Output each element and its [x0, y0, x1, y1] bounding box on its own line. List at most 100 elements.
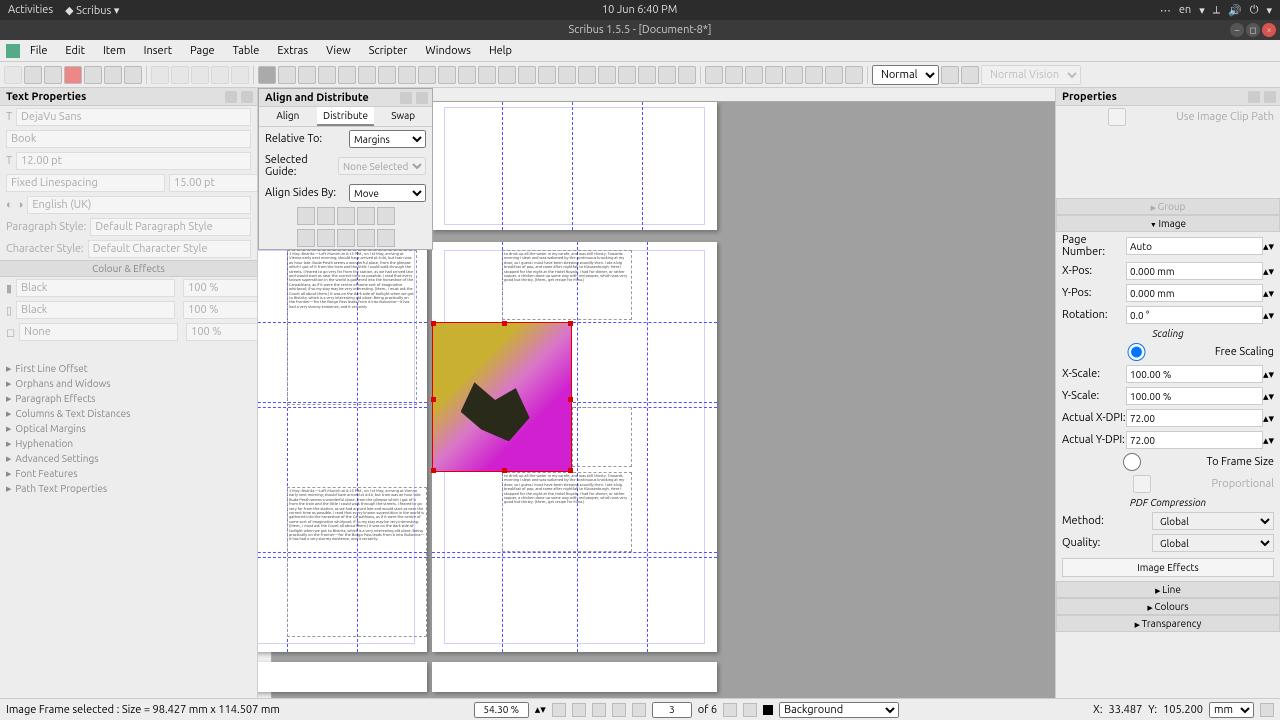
- sides-select[interactable]: Move: [349, 184, 426, 202]
- cms-toggle[interactable]: [941, 66, 959, 84]
- menu-view[interactable]: View: [318, 43, 359, 59]
- pdf-list[interactable]: [805, 66, 823, 84]
- user-menu-icon[interactable]: ▾: [1266, 4, 1272, 17]
- pdf-combo[interactable]: [785, 66, 803, 84]
- dist-right-btn[interactable]: [337, 229, 355, 247]
- quality-select[interactable]: Global: [1152, 534, 1274, 552]
- page-top[interactable]: [432, 102, 717, 230]
- props-close-button[interactable]: [1264, 91, 1276, 103]
- align-center-h-btn[interactable]: [317, 207, 335, 225]
- activities-button[interactable]: Activities: [8, 4, 53, 17]
- zoom-in-btn[interactable]: [592, 703, 606, 717]
- polygon-tool[interactable]: [378, 66, 396, 84]
- eyedropper-tool[interactable]: [678, 66, 696, 84]
- page-number-input[interactable]: [1126, 237, 1263, 255]
- image-frame-tool[interactable]: [298, 66, 316, 84]
- preview-toggle[interactable]: [961, 66, 979, 84]
- transparency-section[interactable]: Transparency: [1056, 615, 1280, 632]
- select-tool[interactable]: [258, 66, 276, 84]
- dist-center-h-btn[interactable]: [317, 229, 335, 247]
- paste-button[interactable]: [231, 66, 249, 84]
- align-right-btn[interactable]: [337, 207, 355, 225]
- view-quality-select[interactable]: Normal: [872, 65, 939, 85]
- status-extra-btn[interactable]: [1260, 703, 1274, 717]
- rotation-input[interactable]: [1126, 306, 1263, 324]
- guide-select[interactable]: None Selected: [338, 157, 426, 175]
- prev-page-btn[interactable]: [632, 703, 646, 717]
- text-frame-1[interactable]: 3 May. Bistritz.—Left Munich at 8:35 P.M…: [287, 250, 417, 405]
- align-close-button[interactable]: [416, 92, 428, 104]
- page-bottom-right[interactable]: [432, 662, 717, 692]
- undo-button[interactable]: [151, 66, 169, 84]
- new-button[interactable]: [4, 66, 22, 84]
- tray-icon[interactable]: ⋯: [1160, 4, 1171, 17]
- open-button[interactable]: [24, 66, 42, 84]
- zoom-tool[interactable]: [538, 66, 556, 84]
- measure-tool[interactable]: [638, 66, 656, 84]
- vision-select[interactable]: Normal Vision: [981, 65, 1081, 85]
- ypos-input[interactable]: [1126, 284, 1263, 302]
- section-para-effects[interactable]: Paragraph Effects: [0, 391, 257, 406]
- volume-icon[interactable]: 🔊: [1228, 4, 1242, 17]
- align-center-v-btn[interactable]: [377, 207, 395, 225]
- xscale-input[interactable]: [1126, 365, 1263, 383]
- power-icon[interactable]: ⏻: [1250, 4, 1259, 17]
- minimize-button[interactable]: –: [1230, 23, 1244, 37]
- table-tool[interactable]: [338, 66, 356, 84]
- last-page-btn[interactable]: [743, 703, 757, 717]
- section-advanced[interactable]: Advanced Settings: [0, 451, 257, 466]
- group-section[interactable]: Group: [1056, 198, 1280, 215]
- xdpi-input[interactable]: [1126, 409, 1263, 427]
- line-section[interactable]: Line: [1056, 581, 1280, 598]
- preflight-button[interactable]: [104, 66, 122, 84]
- menu-extras[interactable]: Extras: [269, 43, 316, 59]
- pdf-pushbutton[interactable]: [705, 66, 723, 84]
- network-icon[interactable]: ⟂: [1213, 4, 1220, 17]
- menu-table[interactable]: Table: [225, 43, 268, 59]
- zoom-spin[interactable]: ▴▾: [535, 703, 546, 716]
- rotate-tool[interactable]: [518, 66, 536, 84]
- print-button[interactable]: [84, 66, 102, 84]
- menu-scripter[interactable]: Scripter: [361, 43, 416, 59]
- redo-button[interactable]: [171, 66, 189, 84]
- copy-button[interactable]: [211, 66, 229, 84]
- save-button[interactable]: [44, 66, 62, 84]
- link-frames-tool[interactable]: [598, 66, 616, 84]
- edit-contents-tool[interactable]: [558, 66, 576, 84]
- section-first-line[interactable]: First Line Offset: [0, 361, 257, 376]
- align-float-button[interactable]: [400, 92, 412, 104]
- dist-gap-h-btn[interactable]: [357, 229, 375, 247]
- panel-float-button[interactable]: [225, 91, 237, 103]
- text-frame-tool[interactable]: [278, 66, 296, 84]
- text-frame-4[interactable]: [572, 407, 632, 467]
- pdf-annotation[interactable]: [825, 66, 843, 84]
- align-left-btn[interactable]: [297, 207, 315, 225]
- panel-close-button[interactable]: [241, 91, 253, 103]
- to-frame-radio[interactable]: [1062, 453, 1202, 471]
- shape-tool[interactable]: [358, 66, 376, 84]
- page-left[interactable]: 3 May. Bistritz.—Left Munich at 8:35 P.M…: [258, 242, 427, 652]
- menu-insert[interactable]: Insert: [136, 43, 180, 59]
- zoom-out-btn[interactable]: [572, 703, 586, 717]
- tab-distribute[interactable]: Distribute: [317, 107, 375, 126]
- close-doc-button[interactable]: [64, 66, 82, 84]
- colours-section[interactable]: Colours: [1056, 598, 1280, 615]
- section-orphans[interactable]: Orphans and Widows: [0, 376, 257, 391]
- section-optical[interactable]: Optical Margins: [0, 421, 257, 436]
- section-font-features[interactable]: Font Features: [0, 466, 257, 481]
- pdf-link[interactable]: [845, 66, 863, 84]
- selected-image-frame[interactable]: [432, 322, 572, 472]
- ydpi-input[interactable]: [1126, 431, 1263, 449]
- pdf-button[interactable]: [124, 66, 142, 84]
- line-tool[interactable]: [438, 66, 456, 84]
- unlink-frames-tool[interactable]: [618, 66, 636, 84]
- close-button[interactable]: ×: [1262, 23, 1276, 37]
- pdf-checkbox[interactable]: [765, 66, 783, 84]
- dist-left-btn[interactable]: [297, 229, 315, 247]
- first-page-btn[interactable]: [612, 703, 626, 717]
- lang-indicator[interactable]: en: [1179, 4, 1191, 16]
- maximize-button[interactable]: ◻: [1246, 23, 1260, 37]
- dist-bottom-btn[interactable]: [377, 229, 395, 247]
- free-scaling-radio[interactable]: [1062, 343, 1211, 361]
- page-bottom-left[interactable]: [258, 662, 427, 692]
